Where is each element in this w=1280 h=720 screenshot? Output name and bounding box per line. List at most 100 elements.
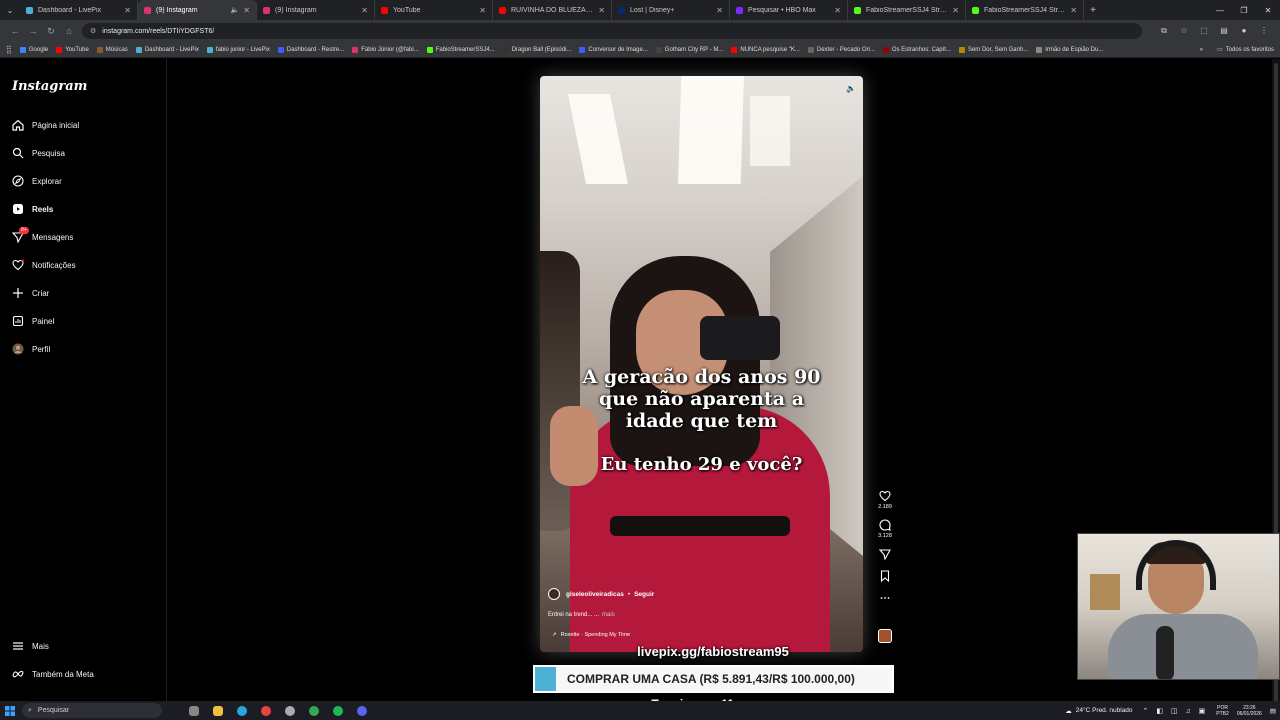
reel-audio[interactable]: ↗ Roxette · Spending My Time xyxy=(552,632,630,638)
share-icon[interactable] xyxy=(878,547,892,561)
more-horizontal-icon[interactable] xyxy=(878,591,892,605)
all-bookmarks-button[interactable]: » ▭ Todos os favoritos xyxy=(1200,46,1274,54)
chrome-icon[interactable] xyxy=(254,701,278,720)
bookmark-item[interactable]: YouTube xyxy=(56,46,89,53)
bookmark-item[interactable]: Dashboard - Restre... xyxy=(277,46,344,53)
forward-icon[interactable]: → xyxy=(24,22,42,40)
bookmark-item[interactable]: Dexter - Pecado Ori... xyxy=(807,46,875,53)
tab-kick-stream[interactable]: FabioStreamerSSJ4 Stream - W ✕ xyxy=(848,0,966,20)
windows-start-icon[interactable] xyxy=(0,701,20,720)
bookmark-item[interactable]: Dragon Ball (Episódi... xyxy=(502,46,571,53)
tab-youtube[interactable]: YouTube ✕ xyxy=(375,0,493,20)
tab-dashboard-livepix[interactable]: Dashboard - LivePix ✕ xyxy=(20,0,138,20)
tab-instagram[interactable]: (9) Instagram ✕ xyxy=(257,0,375,20)
instagram-logo[interactable]: Instagram xyxy=(12,79,87,94)
volume-icon[interactable]: 🔈 xyxy=(845,82,857,94)
close-tab-icon[interactable]: ✕ xyxy=(952,6,959,15)
install-app-icon[interactable]: ⧉ xyxy=(1154,26,1174,36)
sidebar-toggle-icon[interactable]: ▤ xyxy=(1214,26,1234,36)
spotify-icon[interactable] xyxy=(326,701,350,720)
bookmark-item[interactable]: Os Estranhos: Capít... xyxy=(882,46,951,53)
close-window-icon[interactable]: ✕ xyxy=(1256,0,1280,20)
follow-button[interactable]: Seguir xyxy=(634,591,654,598)
share-action[interactable] xyxy=(878,547,892,561)
bookmark-item[interactable]: Sem Dor, Sem Ganh... xyxy=(958,46,1028,53)
site-info-icon[interactable]: ⚙ xyxy=(90,27,96,35)
file-explorer-icon[interactable] xyxy=(206,701,230,720)
notifications-icon[interactable]: ▤ xyxy=(1270,707,1276,715)
task-view-icon[interactable] xyxy=(182,701,206,720)
bookmark-item[interactable]: Google xyxy=(19,46,48,53)
close-tab-icon[interactable]: ✕ xyxy=(716,6,723,15)
bookmark-item[interactable]: FabioStreamerSSJ4... xyxy=(426,46,495,53)
close-tab-icon[interactable]: ✕ xyxy=(361,6,368,15)
steam-icon[interactable] xyxy=(278,701,302,720)
nav-explore[interactable]: Explorar xyxy=(12,173,62,189)
weather-widget[interactable]: ☁ 24°C Pred. nublado xyxy=(1065,707,1132,715)
apps-grid-icon[interactable]: ⣿ xyxy=(6,45,12,54)
nav-search[interactable]: Pesquisa xyxy=(12,145,65,161)
back-icon[interactable]: ← xyxy=(6,22,24,40)
bookmark-item[interactable]: fabio junior - LivePix xyxy=(206,46,270,53)
comment-icon[interactable] xyxy=(878,518,892,532)
address-bar[interactable]: ⚙ instagram.com/reels/DTIiYDGFST6/ xyxy=(82,23,1142,39)
nav-notifications[interactable]: Notificações xyxy=(12,257,76,273)
bookmark-item[interactable]: NUNCA pesquise "K... xyxy=(731,46,800,53)
save-action[interactable] xyxy=(878,569,892,583)
reload-icon[interactable]: ↻ xyxy=(42,22,60,40)
nav-reels[interactable]: Reels xyxy=(12,201,53,217)
audio-thumbnail[interactable] xyxy=(878,629,892,643)
close-tab-icon[interactable]: ✕ xyxy=(124,6,131,15)
close-tab-icon[interactable]: ✕ xyxy=(243,6,250,15)
heart-icon[interactable] xyxy=(878,489,892,503)
extensions-icon[interactable]: ⬚ xyxy=(1194,26,1214,36)
nav-more[interactable]: Mais xyxy=(12,640,49,652)
minimize-icon[interactable]: — xyxy=(1208,0,1232,20)
author-username[interactable]: giseleoliveiradicas xyxy=(566,591,624,598)
nav-messages[interactable]: 9+ Mensagens xyxy=(12,227,73,245)
tab-disney[interactable]: Lost | Disney+ ✕ xyxy=(612,0,730,20)
bookmark-icon[interactable] xyxy=(878,569,892,583)
speaker-icon[interactable]: 🔈 xyxy=(231,6,240,14)
tray-icons[interactable]: ⌃ ◧ ◫ ♫ ▣ xyxy=(1143,707,1209,715)
bookmark-item[interactable]: Conversor de Image... xyxy=(579,46,648,53)
close-tab-icon[interactable]: ✕ xyxy=(479,6,486,15)
close-tab-icon[interactable]: ✕ xyxy=(598,6,605,15)
browser-menu-icon[interactable]: ⋮ xyxy=(1254,26,1274,36)
profile-icon[interactable]: ● xyxy=(1234,26,1254,36)
reel-video[interactable]: 🔈 A geracão dos anos 90 que não aparenta… xyxy=(540,76,863,652)
like-action[interactable]: 2.189 xyxy=(878,489,892,510)
more-options-action[interactable] xyxy=(878,591,892,605)
home-browser-icon[interactable]: ⌂ xyxy=(60,22,78,40)
tab-kick-stream-2[interactable]: FabioStreamerSSJ4 Stream - W ✕ xyxy=(966,0,1084,20)
discord-icon[interactable] xyxy=(350,701,374,720)
tab-instagram-active[interactable]: (9) Instagram 🔈 ✕ xyxy=(138,0,257,20)
tab-search-icon[interactable]: ⌄ xyxy=(0,0,20,20)
edge-icon[interactable] xyxy=(230,701,254,720)
clock[interactable]: 23:26 06/01/2026 xyxy=(1237,705,1262,717)
bookmark-item[interactable]: Irmão de Espião Du... xyxy=(1036,46,1103,53)
nav-create[interactable]: Criar xyxy=(12,285,49,301)
taskbar-search[interactable]: ⌕ Pesquisar xyxy=(22,703,162,718)
author-avatar[interactable] xyxy=(548,588,560,600)
chrome-active-icon[interactable] xyxy=(302,701,326,720)
bookmark-item[interactable]: Músicas xyxy=(96,46,128,53)
tab-ruivinha[interactable]: RUIVINHA DO BLUEZAO COM I ✕ xyxy=(493,0,612,20)
bookmark-item[interactable]: Fábio Júnior (@fabi... xyxy=(352,46,419,53)
close-tab-icon[interactable]: ✕ xyxy=(834,6,841,15)
bookmark-star-icon[interactable]: ☆ xyxy=(1174,26,1194,36)
nav-profile[interactable]: Perfil xyxy=(12,341,50,357)
nav-also-from-meta[interactable]: Também da Meta xyxy=(12,668,94,680)
maximize-icon[interactable]: ❐ xyxy=(1232,0,1256,20)
nav-home[interactable]: Página inicial xyxy=(12,117,79,133)
new-tab-button[interactable]: + xyxy=(1084,5,1102,16)
more-link[interactable]: mais xyxy=(602,612,615,618)
comment-action[interactable]: 3.128 xyxy=(878,518,892,539)
language-indicator[interactable]: POR PTB2 xyxy=(1216,705,1229,717)
tab-hbo-max[interactable]: Pesquisar • HBO Max ✕ xyxy=(730,0,848,20)
donation-goal-label: COMPRAR UMA CASA (R$ 5.891,43/R$ 100.000… xyxy=(567,672,855,686)
close-tab-icon[interactable]: ✕ xyxy=(1070,6,1077,15)
nav-dashboard[interactable]: Painel xyxy=(12,313,54,329)
bookmark-item[interactable]: Gotham City RP - M... xyxy=(655,46,723,53)
bookmark-item[interactable]: Dashboard - LivePix xyxy=(135,46,199,53)
